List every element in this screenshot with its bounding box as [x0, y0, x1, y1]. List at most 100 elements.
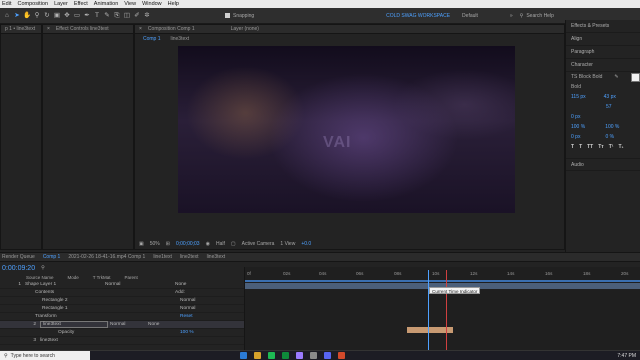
region-icon[interactable]: ▢ — [231, 241, 236, 247]
property-row[interactable]: Rectangle 2 Normal — [0, 297, 244, 305]
type-tool-icon[interactable]: T — [93, 12, 101, 20]
baseline-shift-field[interactable]: 0 px — [571, 134, 580, 140]
menu-help[interactable]: Help — [168, 1, 179, 7]
rotate-tool-icon[interactable]: ↻ — [43, 12, 51, 20]
effect-controls-title[interactable]: Effect Controls line3text — [56, 26, 109, 32]
faux-bold-icon[interactable]: T — [571, 144, 574, 150]
exposure-value[interactable]: +0.0 — [301, 241, 311, 247]
brush-tool-icon[interactable]: ✎ — [103, 12, 111, 20]
app-icon[interactable] — [282, 352, 289, 359]
explorer-icon[interactable] — [254, 352, 261, 359]
align-section[interactable]: Align — [566, 33, 640, 46]
after-effects-icon[interactable] — [296, 352, 303, 359]
col-parent[interactable]: Parent — [124, 275, 137, 280]
effects-presets-section[interactable]: Effects & Presets — [566, 20, 640, 33]
layer-row[interactable]: 2 line3text Normal None — [0, 321, 244, 329]
eyedropper-icon[interactable]: ✎ — [614, 74, 618, 80]
font-family-select[interactable]: TS Block Bold — [571, 74, 602, 80]
camera-tool-icon[interactable]: ▣ — [53, 12, 61, 20]
stroke-width-field[interactable]: 0 px — [571, 114, 580, 120]
search-help[interactable]: ⚲ Search Help — [520, 13, 554, 19]
superscript-icon[interactable]: T¹ — [609, 144, 614, 150]
menu-animation[interactable]: Animation — [94, 1, 118, 7]
horizontal-scale-field[interactable]: 100 % — [605, 124, 619, 130]
timeline-timecode[interactable]: 0:00:09:20 — [2, 265, 35, 272]
tab-line3text-timeline[interactable]: line3text — [207, 254, 226, 260]
property-row[interactable]: Contents Add: — [0, 289, 244, 297]
menu-edit[interactable]: Edit — [2, 1, 11, 7]
spotify-icon[interactable] — [268, 352, 275, 359]
tab-mp4-comp[interactable]: 2021-02-26 18-41-16.mp4 Comp 1 — [68, 254, 145, 260]
character-section[interactable]: Character — [566, 59, 640, 72]
current-timecode[interactable]: 0;00;00;03 — [176, 241, 200, 247]
project-panel-title[interactable]: p 1 • line3text — [5, 26, 35, 32]
preview-icon[interactable]: ▣ — [139, 241, 144, 247]
font-size-field[interactable]: 115 px — [571, 94, 586, 100]
property-row[interactable]: Rectangle 1 Normal — [0, 305, 244, 313]
audio-section[interactable]: Audio — [566, 158, 640, 171]
camera-select[interactable]: Active Camera — [242, 241, 275, 247]
faux-italic-icon[interactable]: T — [579, 144, 582, 150]
property-row[interactable]: Transform Reset — [0, 313, 244, 321]
current-time-indicator[interactable] — [428, 270, 429, 350]
taskbar-search[interactable]: ⚲ Type here to search — [0, 351, 90, 360]
menu-effect[interactable]: Effect — [74, 1, 88, 7]
tab-render-queue[interactable]: Render Queue — [2, 254, 35, 260]
composition-title[interactable]: Composition Comp 1 — [148, 26, 195, 32]
subscript-icon[interactable]: T₁ — [618, 144, 623, 150]
tsume-field[interactable]: 0 % — [605, 134, 614, 140]
layer-row[interactable]: 1 Shape Layer 1 Normal None — [0, 281, 244, 289]
tab-line2text[interactable]: line2text — [180, 254, 199, 260]
menu-window[interactable]: Window — [142, 1, 162, 7]
app-icon[interactable] — [310, 352, 317, 359]
fill-color-swatch[interactable] — [630, 72, 640, 82]
menu-composition[interactable]: Composition — [17, 1, 48, 7]
col-source-name[interactable]: Source Name — [26, 275, 54, 280]
menu-layer[interactable]: Layer — [54, 1, 68, 7]
workspace-default[interactable]: Default — [462, 13, 478, 19]
small-caps-icon[interactable]: Tт — [598, 144, 604, 150]
rectangle-tool-icon[interactable]: ▭ — [73, 12, 81, 20]
pen-tool-icon[interactable]: ✒ — [83, 12, 91, 20]
font-style-select[interactable]: Bold — [571, 84, 581, 90]
search-help-input[interactable]: Search Help — [526, 13, 554, 19]
taskbar-search-input[interactable]: Type here to search — [11, 353, 55, 359]
grid-icon[interactable]: ⊞ — [166, 241, 170, 247]
end-marker[interactable] — [446, 270, 447, 350]
tab-comp-1-timeline[interactable]: Comp 1 — [43, 254, 61, 260]
home-icon[interactable]: ⌂ — [3, 12, 11, 20]
workspace-menu-icon[interactable]: » — [510, 13, 513, 19]
tab-comp-1[interactable]: Comp 1 — [143, 36, 161, 42]
puppet-tool-icon[interactable]: ✲ — [143, 12, 151, 20]
eraser-tool-icon[interactable]: ◫ — [123, 12, 131, 20]
pan-behind-icon[interactable]: ✥ — [63, 12, 71, 20]
snapping-toggle[interactable]: Snapping — [225, 13, 254, 19]
views-select[interactable]: 1 View — [280, 241, 295, 247]
composition-viewer[interactable]: VAI — [178, 46, 515, 213]
hand-tool-icon[interactable]: ✋ — [23, 12, 31, 20]
paragraph-section[interactable]: Paragraph — [566, 46, 640, 59]
discord-icon[interactable] — [324, 352, 331, 359]
time-ruler[interactable]: 0f 02s 04s 06s 08s 10s 12s 14s 16s 18s 2… — [245, 271, 640, 279]
property-row[interactable]: Opacity 100 % — [0, 329, 244, 337]
menu-view[interactable]: View — [124, 1, 136, 7]
layer-panel-title[interactable]: Layer (none) — [231, 26, 259, 32]
selection-tool-icon[interactable]: ➤ — [13, 12, 21, 20]
edge-icon[interactable] — [240, 352, 247, 359]
vertical-scale-field[interactable]: 100 % — [571, 124, 585, 130]
resolution-select[interactable]: Half — [216, 241, 225, 247]
all-caps-icon[interactable]: TT — [587, 144, 593, 150]
workspace-cold-swag[interactable]: COLD SWAG WORKSPACE — [386, 13, 450, 19]
snapshot-icon[interactable]: ◉ — [206, 241, 210, 247]
roto-brush-icon[interactable]: ✐ — [133, 12, 141, 20]
timeline-graph[interactable]: 0f 02s 04s 06s 08s 10s 12s 14s 16s 18s 2… — [244, 267, 640, 351]
work-area-bar[interactable] — [245, 280, 640, 282]
col-trkmat[interactable]: T TrkMat — [93, 275, 111, 280]
tab-line3text[interactable]: line3text — [171, 36, 190, 42]
timeline-search-icon[interactable]: ⚲ — [41, 265, 45, 271]
col-mode[interactable]: Mode — [68, 275, 79, 280]
zoom-tool-icon[interactable]: ⚲ — [33, 12, 41, 20]
close-icon[interactable]: × — [47, 26, 50, 32]
zoom-select[interactable]: 50% — [150, 241, 160, 247]
leading-field[interactable]: 43 px — [604, 94, 616, 100]
